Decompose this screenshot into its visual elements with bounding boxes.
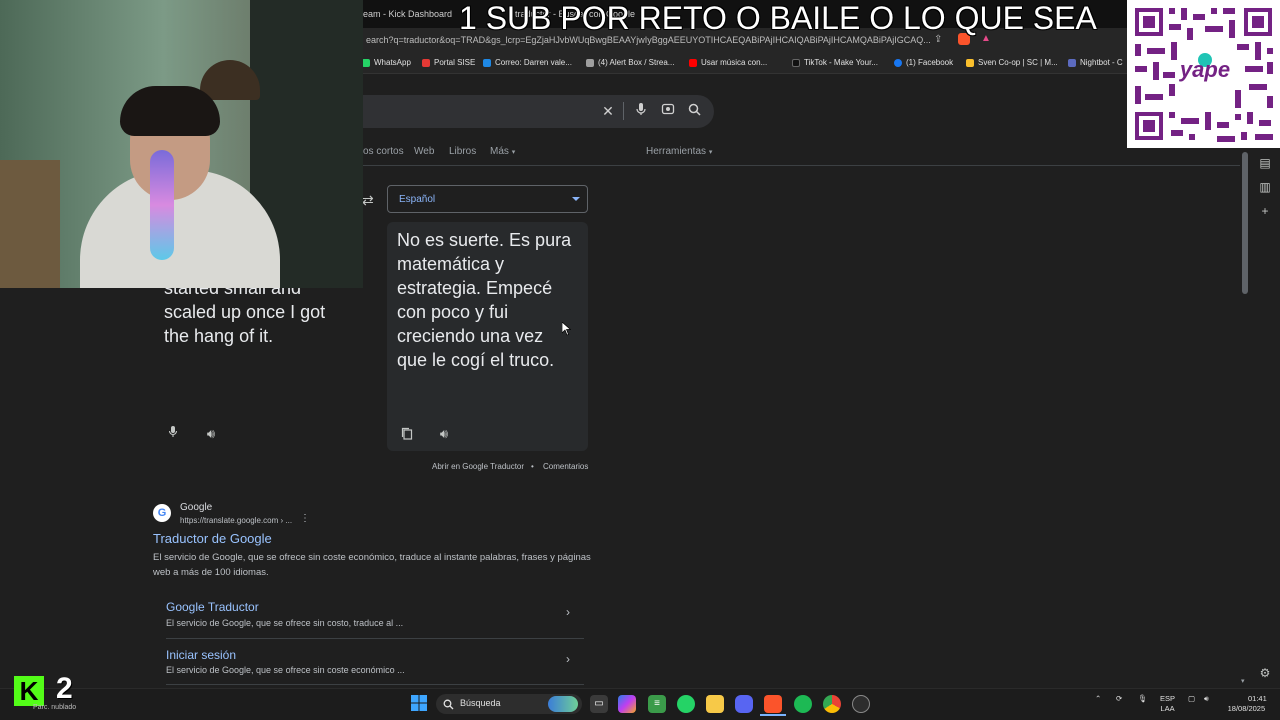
- google-favicon-icon: G: [153, 504, 171, 522]
- windows-start-icon[interactable]: [411, 695, 427, 711]
- active-app-indicator: [760, 714, 786, 716]
- taskbar-search-label: Búsqueda: [460, 698, 501, 708]
- tab-libros[interactable]: Libros: [449, 146, 476, 157]
- facebook-icon: [894, 58, 902, 67]
- microphone-source-icon[interactable]: [163, 424, 183, 444]
- footer-separator: •: [531, 462, 534, 471]
- bookmark-musica[interactable]: Usar música con...: [689, 58, 767, 67]
- bookmark-whatsapp[interactable]: WhatsApp: [362, 58, 411, 67]
- bookmark-facebook[interactable]: (1) Facebook: [894, 58, 953, 67]
- settings-gear-icon[interactable]: ⚙: [1256, 664, 1274, 682]
- chevron-right-icon[interactable]: ›: [566, 652, 570, 666]
- dropdown-arrow-icon: [572, 197, 580, 201]
- tiktok-icon: [792, 58, 800, 67]
- webcam-overlay: [0, 0, 363, 288]
- result-title[interactable]: Traductor de Google: [153, 531, 272, 546]
- caret-down-icon: ▾: [511, 149, 516, 156]
- tray-mic-icon[interactable]: 🎙︎: [1138, 694, 1148, 704]
- tab-kick-dashboard[interactable]: eam - Kick Dashboard: [363, 9, 452, 19]
- windows-taskbar: [0, 688, 1280, 720]
- tab-web[interactable]: Web: [414, 146, 434, 157]
- copilot-icon[interactable]: [618, 695, 636, 713]
- alert-box-icon: [586, 58, 594, 67]
- swap-languages-icon[interactable]: ⇄: [362, 192, 374, 209]
- bookmark-sven-coop[interactable]: Sven Co-op | SC | M...: [966, 58, 1058, 67]
- tabs-divider: [363, 165, 1240, 166]
- tools-button[interactable]: Herramientas ▾: [646, 146, 712, 157]
- bookmark-portal-sise[interactable]: Portal SISE: [422, 58, 475, 67]
- speaker-source-icon[interactable]: 🔊︎: [201, 424, 221, 444]
- chrome-icon[interactable]: [823, 695, 841, 713]
- youtube-icon: [689, 58, 697, 67]
- sublink-snippet: El servicio de Google, que se ofrece sin…: [166, 618, 404, 628]
- sven-icon: [966, 58, 974, 67]
- target-language-label: Español: [399, 194, 436, 205]
- search-divider: [623, 102, 624, 120]
- bookmark-nightbot[interactable]: Nightbot - C: [1068, 58, 1123, 67]
- yape-logo: yape: [1179, 57, 1231, 82]
- result-snippet: El servicio de Google, que se ofrece sin…: [153, 552, 591, 578]
- sublink-iniciar-sesion[interactable]: Iniciar sesión: [166, 648, 236, 662]
- clear-icon[interactable]: ✕: [599, 102, 617, 120]
- stream-title-overlay: 1 SUB POR RETO O BAILE O LO QUE SEA: [459, 0, 1097, 36]
- copy-icon[interactable]: [397, 426, 417, 446]
- cam-shelf: [0, 160, 60, 288]
- nightbot-icon: [1068, 58, 1076, 67]
- sublink-google-traductor[interactable]: Google Traductor: [166, 600, 259, 614]
- weather-widget[interactable]: Parc. nublado: [33, 704, 76, 711]
- sublink-snippet: El servicio de Google, que se ofrece sin…: [166, 665, 405, 675]
- tray-overflow-icon[interactable]: ⌃: [1095, 694, 1101, 704]
- chevron-right-icon[interactable]: ›: [566, 605, 570, 619]
- network-icon[interactable]: ▢: [1188, 694, 1195, 704]
- sublink-divider: [166, 684, 584, 685]
- scrollbar-thumb[interactable]: [1242, 152, 1248, 294]
- clock[interactable]: 01:41 18/08/2025: [1226, 694, 1267, 714]
- more-options-icon[interactable]: ⋮: [300, 513, 310, 524]
- rgb-microphone: [150, 150, 174, 260]
- kick-counter: 2: [56, 672, 73, 705]
- whatsapp-icon: [362, 58, 370, 67]
- search-icon[interactable]: [685, 102, 703, 120]
- reading-list-icon[interactable]: ▤: [1256, 154, 1274, 172]
- discord-icon[interactable]: [735, 695, 753, 713]
- open-in-translate-link[interactable]: Abrir en Google Traductor: [432, 462, 524, 471]
- mouse-cursor-icon: [561, 321, 572, 341]
- task-view-icon[interactable]: ▭: [590, 695, 608, 713]
- file-explorer-icon[interactable]: [706, 695, 724, 713]
- speaker-target-icon[interactable]: 🔊︎: [434, 424, 454, 444]
- scroll-down-icon[interactable]: ▾: [1241, 677, 1245, 685]
- caret-down-icon: ▾: [708, 149, 713, 156]
- whatsapp-taskbar-icon[interactable]: [677, 695, 695, 713]
- obs-icon[interactable]: [852, 695, 870, 713]
- add-icon[interactable]: +: [1256, 202, 1274, 220]
- lens-icon[interactable]: [659, 102, 677, 120]
- result-site-name[interactable]: Google: [180, 502, 212, 513]
- microphone-icon[interactable]: [632, 102, 650, 120]
- feedback-link[interactable]: Comentarios: [543, 462, 588, 471]
- volume-icon[interactable]: 🔊︎: [1204, 694, 1209, 704]
- language-indicator[interactable]: ESP LAA: [1160, 694, 1175, 714]
- notepad-icon[interactable]: ≡: [648, 695, 666, 713]
- bookmark-alert-box[interactable]: (4) Alert Box / Strea...: [586, 58, 674, 67]
- translation-output-text: No es suerte. Es pura matemática y estra…: [397, 230, 572, 370]
- sublink-divider: [166, 638, 584, 639]
- result-url[interactable]: https://translate.google.com › ...: [180, 516, 292, 525]
- bookmark-correo[interactable]: Correo: Darren vale...: [483, 58, 572, 67]
- bookmark-tiktok[interactable]: TikTok - Make Your...: [792, 58, 878, 67]
- sise-icon: [422, 58, 430, 67]
- streamer-hair: [120, 86, 220, 136]
- spotify-icon[interactable]: [794, 695, 812, 713]
- search-highlight-icon: [548, 696, 578, 712]
- tab-videos-cortos[interactable]: os cortos: [363, 146, 404, 157]
- mail-icon: [483, 58, 491, 67]
- taskbar-search-icon: [443, 697, 454, 715]
- brave-browser-icon[interactable]: [764, 695, 782, 713]
- tray-app-icon[interactable]: ⟳: [1116, 694, 1122, 704]
- kick-logo: K: [14, 676, 44, 706]
- tab-mas[interactable]: Más ▾: [490, 146, 515, 157]
- book-icon[interactable]: ▥: [1256, 178, 1274, 196]
